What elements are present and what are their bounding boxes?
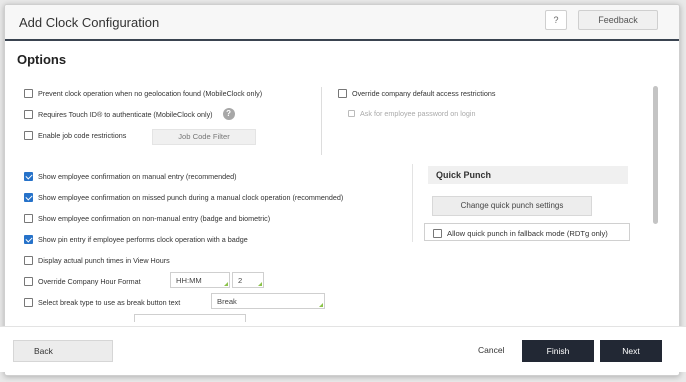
quick-punch-divider — [412, 164, 413, 242]
checkbox[interactable] — [338, 89, 347, 98]
option-override-access[interactable]: Override company default access restrict… — [338, 89, 495, 98]
option-label: Select break type to use as break button… — [38, 298, 181, 307]
resize-handle-icon — [258, 282, 262, 286]
option-break-type[interactable]: Select break type to use as break button… — [24, 298, 180, 307]
checkbox[interactable] — [24, 256, 33, 265]
add-clock-configuration-dialog: Add Clock Configuration — [4, 4, 680, 376]
checkbox[interactable] — [24, 277, 33, 286]
option-ask-password[interactable]: Ask for employee password on login — [348, 109, 475, 118]
checkbox[interactable] — [24, 131, 33, 140]
hour-format-value: HH:MM — [176, 276, 202, 285]
scrollbar-thumb[interactable] — [653, 86, 658, 224]
option-confirm-missed-punch[interactable]: Show employee confirmation on missed pun… — [24, 193, 343, 202]
option-label: Show employee confirmation on non-manual… — [38, 214, 271, 223]
option-label: Show employee confirmation on manual ent… — [38, 172, 237, 181]
checkbox[interactable] — [433, 229, 442, 238]
partial-input-below[interactable] — [134, 314, 246, 322]
change-quick-punch-settings-button[interactable]: Change quick punch settings — [432, 196, 592, 216]
hour-format-input[interactable]: HH:MM — [170, 272, 230, 288]
hour-decimals-input[interactable]: 2 — [232, 272, 264, 288]
option-label: Show pin entry if employee performs cloc… — [38, 235, 248, 244]
dialog-title: Add Clock Configuration — [19, 15, 160, 30]
checkbox[interactable] — [24, 193, 33, 202]
resize-handle-icon — [319, 303, 323, 307]
option-label: Override company default access restrict… — [352, 89, 496, 98]
option-confirm-non-manual[interactable]: Show employee confirmation on non-manual… — [24, 214, 270, 223]
checkbox[interactable] — [24, 89, 33, 98]
break-type-input[interactable]: Break — [211, 293, 325, 309]
option-override-hour-format[interactable]: Override Company Hour Format — [24, 277, 141, 286]
options-section-title: Options — [17, 52, 67, 67]
hour-decimals-value: 2 — [238, 276, 243, 285]
option-label: Override Company Hour Format — [38, 277, 141, 286]
option-display-actual-punch[interactable]: Display actual punch times in View Hours — [24, 256, 170, 265]
option-label: Allow quick punch in fallback mode (RDTg… — [447, 229, 608, 238]
checkbox[interactable] — [24, 298, 33, 307]
help-circle-icon[interactable]: ? — [222, 108, 235, 120]
checkbox[interactable] — [348, 110, 355, 117]
option-label: Show employee confirmation on missed pun… — [38, 193, 344, 202]
fallback-checkbox-row[interactable]: Allow quick punch in fallback mode (RDTg… — [433, 229, 608, 238]
option-pin-entry-badge[interactable]: Show pin entry if employee performs cloc… — [24, 235, 248, 244]
next-button[interactable]: Next — [600, 340, 662, 362]
option-label: Prevent clock operation when no geolocat… — [38, 89, 263, 98]
option-job-code-restrictions[interactable]: Enable job code restrictions — [24, 131, 126, 140]
quick-punch-fallback-option[interactable]: Allow quick punch in fallback mode (RDTg… — [424, 223, 630, 241]
checkbox[interactable] — [24, 235, 33, 244]
back-button[interactable]: Back — [13, 340, 113, 362]
option-label: Requires Touch ID® to authenticate (Mobi… — [38, 109, 213, 119]
option-confirm-manual-entry[interactable]: Show employee confirmation on manual ent… — [24, 172, 237, 181]
break-type-value: Break — [217, 297, 237, 306]
checkbox[interactable] — [24, 172, 33, 181]
feedback-button[interactable]: Feedback — [578, 10, 658, 30]
option-prevent-geolocation[interactable]: Prevent clock operation when no geolocat… — [24, 89, 262, 98]
option-touch-id[interactable]: Requires Touch ID® to authenticate (Mobi… — [24, 108, 235, 120]
finish-button[interactable]: Finish — [522, 340, 594, 362]
help-button[interactable]: ? — [545, 10, 567, 30]
resize-handle-icon — [224, 282, 228, 286]
option-label: Ask for employee password on login — [360, 109, 476, 118]
checkbox[interactable] — [24, 214, 33, 223]
option-label: Display actual punch times in View Hours — [38, 256, 170, 265]
option-label: Enable job code restrictions — [38, 131, 127, 140]
cancel-button[interactable]: Cancel — [478, 345, 504, 355]
vertical-divider — [321, 87, 322, 155]
quick-punch-title: Quick Punch — [428, 166, 628, 184]
job-code-filter-button[interactable]: Job Code Filter — [152, 129, 256, 145]
checkbox[interactable] — [24, 109, 33, 119]
